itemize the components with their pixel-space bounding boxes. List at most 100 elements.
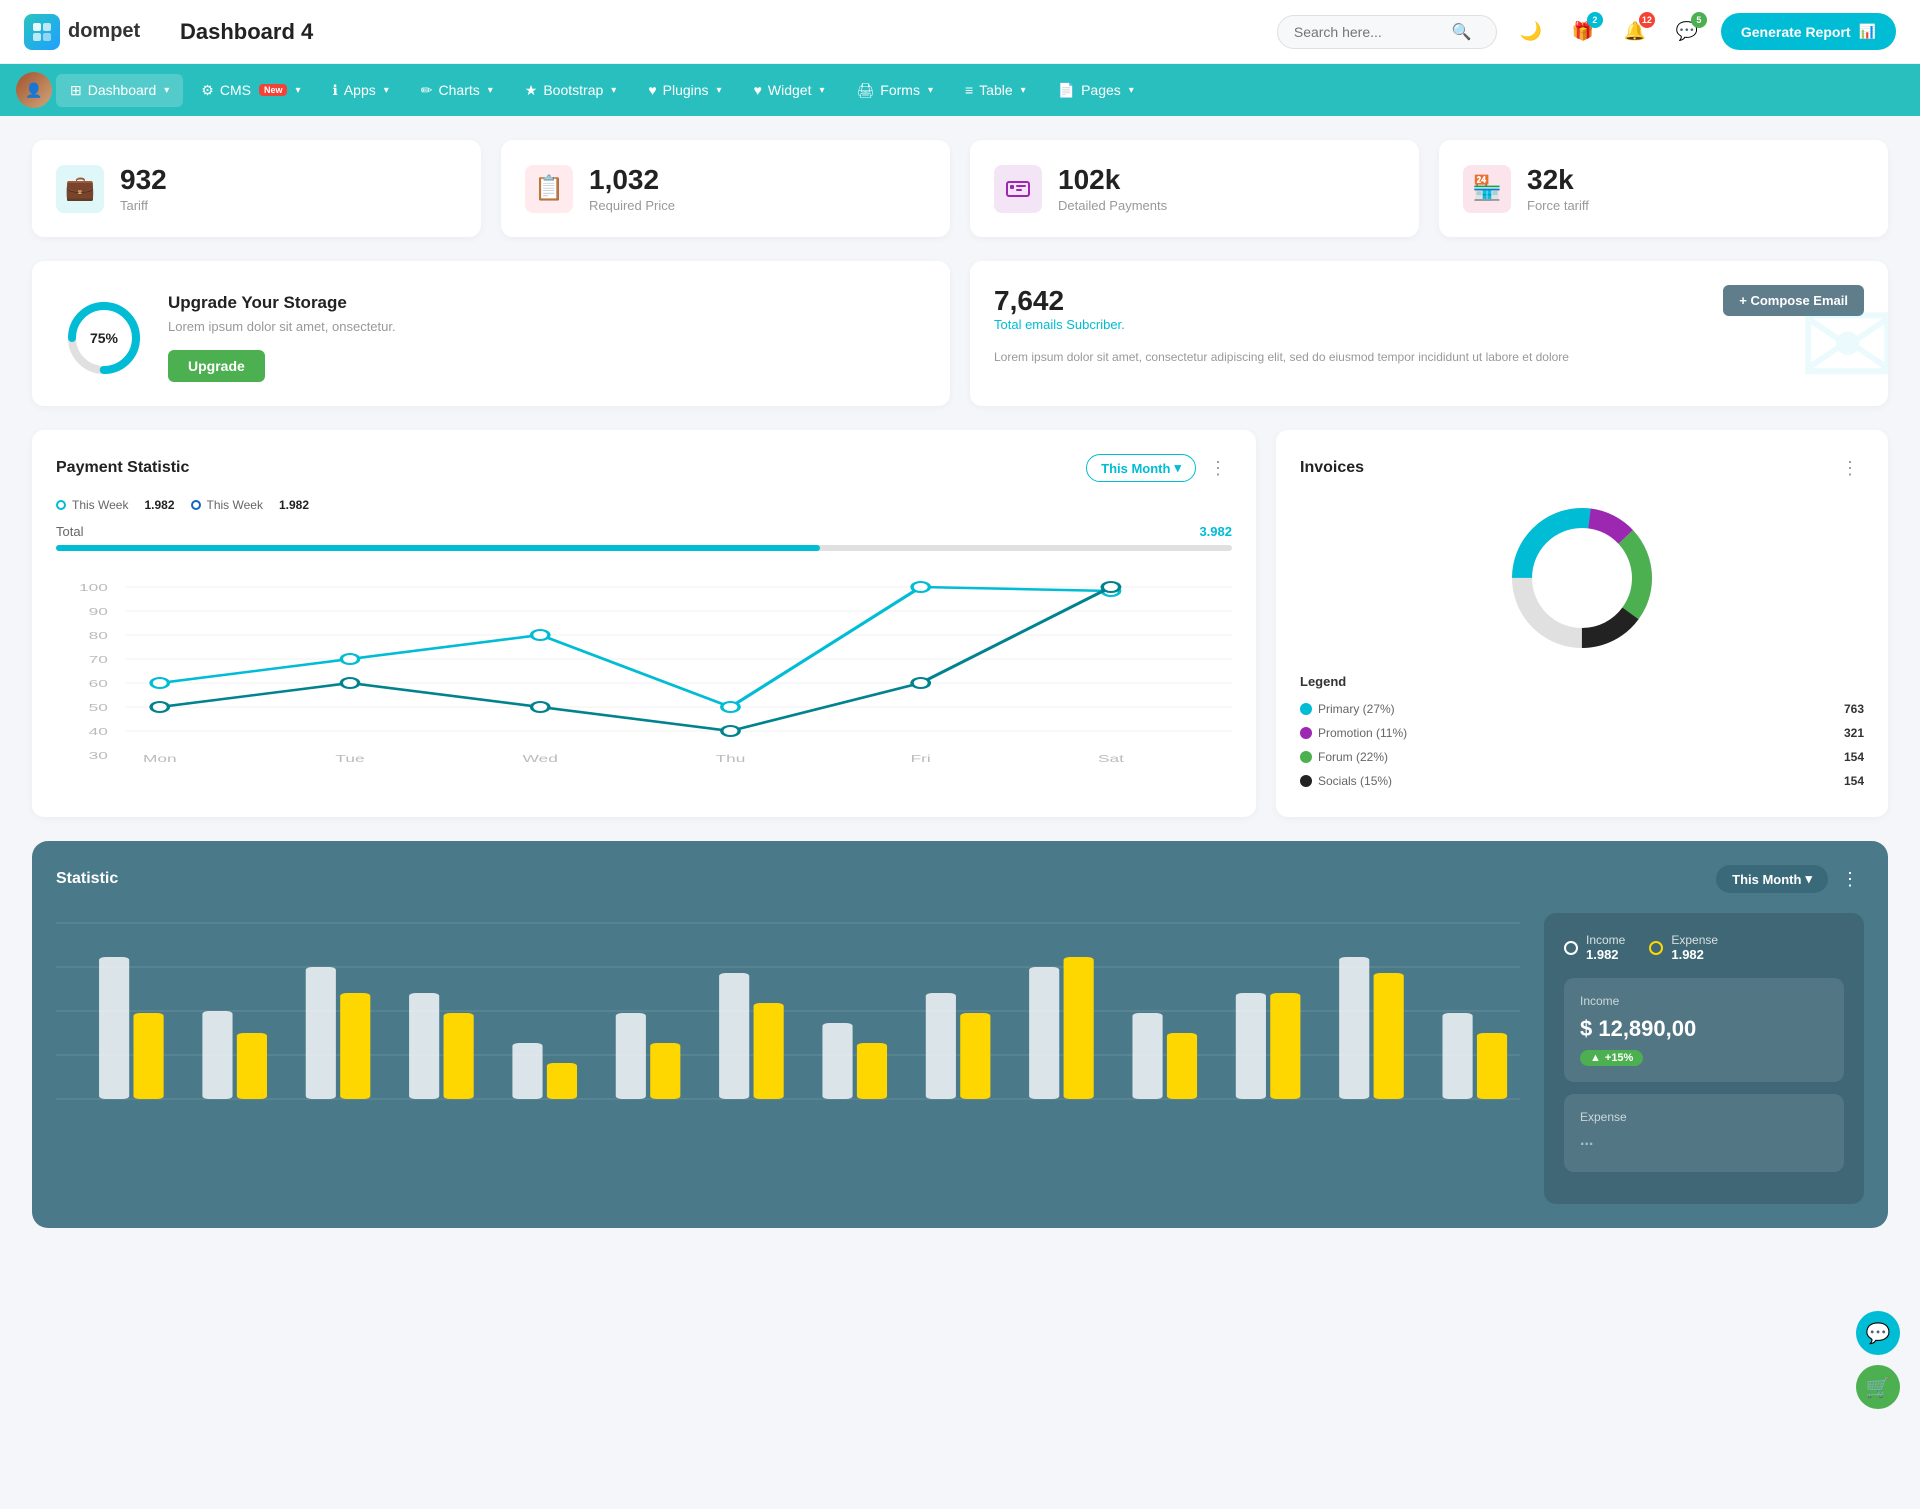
nav-item-pages[interactable]: 📄 Pages ▾ <box>1044 74 1148 107</box>
nav-item-plugins[interactable]: ♥ Plugins ▾ <box>634 74 735 106</box>
generate-report-button[interactable]: Generate Report 📊 <box>1721 13 1896 50</box>
payment-chart-header: Payment Statistic This Month ▾ ⋮ <box>56 454 1232 482</box>
income-box: Income $ 12,890,00 ▲ +15% <box>1564 978 1844 1082</box>
svg-text:80: 80 <box>89 630 108 641</box>
fab-wrap: 💬 🛒 <box>1856 1311 1900 1409</box>
primary-color <box>1300 703 1312 715</box>
cms-new-badge: New <box>259 84 288 96</box>
nav-item-charts[interactable]: ✏ Charts ▾ <box>407 74 507 107</box>
week1-value: 1.982 <box>144 498 174 512</box>
chevron-icon-plugins: ▾ <box>717 85 722 96</box>
legend-dot-teal <box>56 500 66 510</box>
chevron-down-icon: ▾ <box>1174 460 1181 476</box>
month-label: This Month <box>1101 461 1170 476</box>
invoices-legend-table: Primary (27%) 763 Promotion (11%) 321 Fo… <box>1300 697 1864 793</box>
income-label: Income <box>1586 933 1625 947</box>
chevron-down-statistic: ▾ <box>1805 871 1812 887</box>
detailed-payments-info: 102k Detailed Payments <box>1058 164 1167 213</box>
chevron-icon-charts: ▾ <box>488 85 493 96</box>
total-progress-bar <box>56 545 1232 551</box>
socials-color <box>1300 775 1312 787</box>
nav-label-apps: Apps <box>344 82 376 98</box>
expense-box: Expense ... <box>1564 1094 1844 1172</box>
force-tariff-icon: 🏪 <box>1463 165 1511 213</box>
nav-label-cms: CMS <box>220 82 251 98</box>
messages-badge: 5 <box>1691 12 1707 28</box>
income-badge-text: +15% <box>1605 1052 1633 1064</box>
search-input[interactable] <box>1294 24 1444 40</box>
charts-section: Payment Statistic This Month ▾ ⋮ This We… <box>32 430 1888 817</box>
stat-cards-grid: 💼 932 Tariff 📋 1,032 Required Price <box>32 140 1888 237</box>
required-price-icon: 📋 <box>525 165 573 213</box>
chevron-icon-bootstrap: ▾ <box>611 85 616 96</box>
svg-text:90: 90 <box>89 606 108 617</box>
email-description: Lorem ipsum dolor sit amet, consectetur … <box>994 348 1864 366</box>
nav-item-forms[interactable]: 🖨 Forms ▾ <box>843 74 947 107</box>
cms-icon: ⚙ <box>201 82 214 99</box>
storage-percent-label: 75% <box>90 330 118 346</box>
email-info: 7,642 Total emails Subcriber. <box>994 285 1125 340</box>
payment-chart-title: Payment Statistic <box>56 459 189 477</box>
svg-text:Tue: Tue <box>335 753 364 764</box>
nav-item-widget[interactable]: ♥ Widget ▾ <box>740 74 839 106</box>
primary-value: 763 <box>1844 702 1864 716</box>
ie-legend: Income 1.982 Expense 1.982 <box>1564 933 1844 962</box>
svg-text:40: 40 <box>89 726 108 737</box>
gift-button[interactable]: 🎁 2 <box>1565 14 1601 50</box>
compose-email-button[interactable]: + Compose Email <box>1723 285 1864 316</box>
chevron-icon-apps: ▾ <box>384 85 389 96</box>
nav-label-forms: Forms <box>880 82 920 98</box>
table-icon: ≡ <box>965 82 973 98</box>
bar-chart-icon: 📊 <box>1859 23 1876 40</box>
stat-card-required-price: 📋 1,032 Required Price <box>501 140 950 237</box>
statistic-more-button[interactable]: ⋮ <box>1836 865 1864 893</box>
logo[interactable]: dompet <box>24 14 164 50</box>
generate-report-label: Generate Report <box>1741 24 1851 40</box>
primary-label: Primary (27%) <box>1318 702 1844 716</box>
logo-text: dompet <box>68 20 140 43</box>
email-subtitle: Total emails Subcriber. <box>994 317 1125 332</box>
chart-controls: This Month ▾ ⋮ <box>1086 454 1232 482</box>
nav-item-bootstrap[interactable]: ★ Bootstrap ▾ <box>511 74 631 107</box>
legend-row-promotion: Promotion (11%) 321 <box>1300 721 1864 745</box>
legend-label-week1: This Week <box>72 498 128 512</box>
nav-label-plugins: Plugins <box>663 82 709 98</box>
svg-text:Wed: Wed <box>523 753 558 764</box>
detailed-payments-value: 102k <box>1058 164 1167 196</box>
plugins-icon: ♥ <box>648 82 656 98</box>
statistic-month-select[interactable]: This Month ▾ <box>1716 865 1828 893</box>
email-card-header: 7,642 Total emails Subcriber. + Compose … <box>994 285 1864 340</box>
nav-item-cms[interactable]: ⚙ CMS New ▾ <box>187 74 314 107</box>
nav-item-table[interactable]: ≡ Table ▾ <box>951 74 1040 106</box>
fab-support-button[interactable]: 💬 <box>1856 1311 1900 1355</box>
this-month-select[interactable]: This Month ▾ <box>1086 454 1196 482</box>
messages-button[interactable]: 💬 5 <box>1669 14 1705 50</box>
promotion-value: 321 <box>1844 726 1864 740</box>
gift-badge: 2 <box>1587 12 1603 28</box>
total-value: 3.982 <box>1199 524 1232 539</box>
tariff-info: 932 Tariff <box>120 164 167 213</box>
upgrade-button[interactable]: Upgrade <box>168 350 265 382</box>
total-label: Total <box>56 524 83 539</box>
expense-box-label: Expense <box>1580 1110 1828 1124</box>
expense-label: Expense <box>1671 933 1718 947</box>
nav-item-dashboard[interactable]: ⊞ Dashboard ▾ <box>56 74 183 107</box>
socials-label: Socials (15%) <box>1318 774 1844 788</box>
statistic-controls: This Month ▾ ⋮ <box>1716 865 1864 893</box>
legend-row-forum: Forum (22%) 154 <box>1300 745 1864 769</box>
fab-cart-button[interactable]: 🛒 <box>1856 1365 1900 1409</box>
more-options-button[interactable]: ⋮ <box>1204 454 1232 482</box>
legend-row-socials: Socials (15%) 154 <box>1300 769 1864 793</box>
notifications-button[interactable]: 🔔 12 <box>1617 14 1653 50</box>
nav-item-apps[interactable]: ℹ Apps ▾ <box>319 74 403 107</box>
forum-value: 154 <box>1844 750 1864 764</box>
line-chart: 100 90 80 70 60 50 40 30 <box>56 567 1232 767</box>
total-row: Total 3.982 <box>56 524 1232 539</box>
theme-toggle-button[interactable]: 🌙 <box>1513 14 1549 50</box>
expense-legend-item: Expense 1.982 <box>1649 933 1718 962</box>
middle-section: 75% Upgrade Your Storage Lorem ipsum dol… <box>32 261 1888 406</box>
invoices-legend-label: Legend <box>1300 674 1864 689</box>
invoices-more-button[interactable]: ⋮ <box>1836 454 1864 482</box>
svg-text:Sat: Sat <box>1098 753 1124 764</box>
statistic-bar-chart: 50 40 30 20 10 <box>56 913 1520 1204</box>
